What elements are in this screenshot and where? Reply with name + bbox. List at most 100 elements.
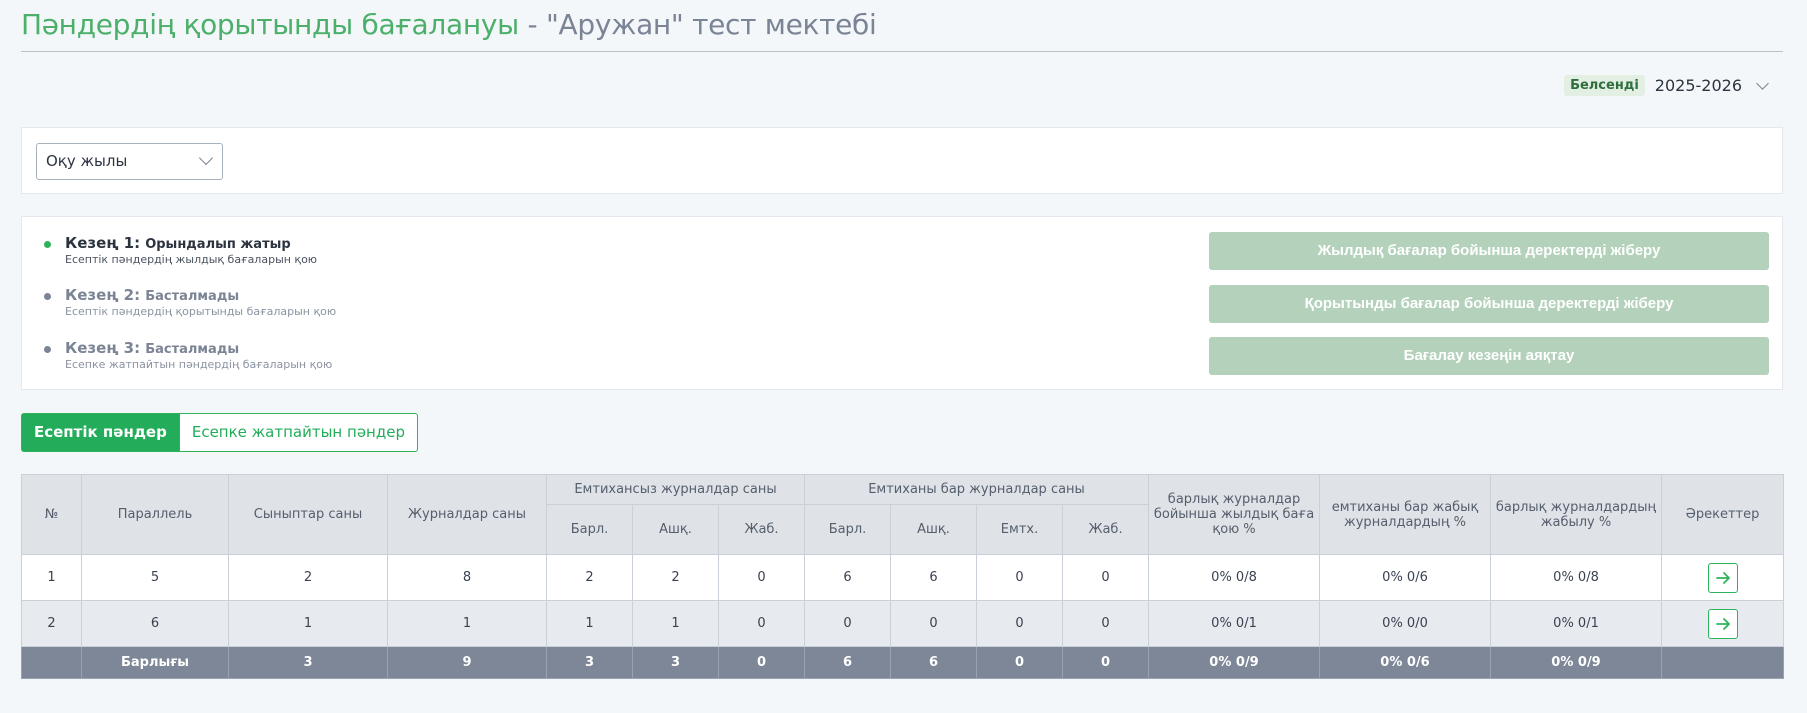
academic-year-dropdown[interactable]: Белсенді 2025-2026 [1564, 75, 1769, 96]
cell-actions [1661, 646, 1785, 679]
cell-all-closed-pct: 0% 0/9 [1490, 646, 1663, 679]
col-header-e-open: Ашқ. [890, 504, 978, 555]
stage-status-dot [44, 346, 51, 353]
tab-counted-subjects[interactable]: Есептік пәндер [21, 413, 180, 452]
arrow-right-icon [1715, 571, 1730, 584]
cell-ne-open: 3 [632, 646, 719, 679]
cell-ne-closed: 0 [717, 554, 806, 601]
cell-ne-open: 1 [632, 600, 719, 647]
col-header-journals: Журналдар саны [387, 474, 547, 555]
cell-parallel: 6 [81, 600, 229, 647]
col-group-no-exam: Емтихансыз журналдар саны [545, 474, 806, 505]
cell-total-label: Барлығы [81, 646, 229, 679]
journals-table: № Параллель Сыныптар саны Журналдар саны… [21, 474, 1785, 679]
stage-status-dot [44, 293, 51, 300]
total-row: Барлығы 3 9 3 3 0 6 6 0 0 0% 0/9 0% 0/6 … [21, 646, 1785, 679]
stages-card: Кезең 1: Орындалып жатыр Есептік пәндерд… [21, 216, 1783, 390]
stage-description: Есепке жатпайтын пәндердің бағаларын қою [65, 358, 333, 371]
subject-type-tabs: Есептік пәндер Есепке жатпайтын пәндер [21, 413, 418, 452]
finish-period-button[interactable]: Бағалау кезеңін аяқтау [1209, 337, 1769, 375]
page-title-school: "Аружан" тест мектебі [545, 8, 877, 41]
cell-ne-closed: 0 [717, 600, 806, 647]
col-header-ne-open: Ашқ. [632, 504, 719, 555]
cell-e-exam: 0 [976, 600, 1064, 647]
col-header-ne-total: Барл. [546, 504, 633, 555]
chevron-down-icon [1756, 76, 1769, 90]
cell-e-exam: 0 [976, 554, 1064, 601]
cell-no: 1 [21, 554, 82, 601]
stage-status: Орындалып жатыр [145, 237, 291, 252]
col-header-e-exam: Емтх. [976, 504, 1064, 555]
stage-name: Кезең 1: [65, 234, 141, 252]
page-title: Пәндердің қорытынды бағалануы - "Аружан"… [21, 8, 877, 41]
cell-all-closed-pct: 0% 0/1 [1490, 600, 1663, 647]
current-year: 2025-2026 [1654, 76, 1742, 95]
cell-annual-pct: 0% 0/1 [1148, 600, 1321, 647]
cell-e-closed: 0 [1062, 646, 1150, 679]
col-header-annual-pct: барлық журналдар бойынша жылдық баға қою… [1148, 474, 1321, 555]
col-header-e-total: Барл. [804, 504, 892, 555]
cell-annual-pct: 0% 0/8 [1148, 554, 1321, 601]
cell-classes: 2 [228, 554, 388, 601]
cell-ne-closed: 0 [717, 646, 806, 679]
cell-no [21, 646, 82, 679]
cell-e-total: 0 [804, 600, 892, 647]
cell-e-closed: 0 [1062, 554, 1150, 601]
cell-ne-total: 1 [546, 600, 633, 647]
cell-journals: 9 [387, 646, 547, 679]
cell-e-total: 6 [804, 646, 892, 679]
cell-ne-total: 3 [546, 646, 633, 679]
cell-journals: 8 [387, 554, 547, 601]
col-header-parallel: Параллель [81, 474, 229, 555]
cell-ne-total: 2 [546, 554, 633, 601]
tab-uncounted-subjects[interactable]: Есепке жатпайтын пәндер [179, 413, 418, 452]
cell-no: 2 [21, 600, 82, 647]
cell-e-open: 0 [890, 600, 978, 647]
arrow-right-icon [1715, 617, 1730, 630]
filter-card: Оқу жылы [21, 127, 1783, 194]
cell-actions [1661, 554, 1785, 601]
col-header-e-closed: Жаб. [1062, 504, 1150, 555]
cell-e-total: 6 [804, 554, 892, 601]
cell-actions [1661, 600, 1785, 647]
cell-annual-pct: 0% 0/9 [1148, 646, 1321, 679]
cell-e-closed: 0 [1062, 600, 1150, 647]
open-row-button[interactable] [1707, 562, 1738, 593]
active-badge: Белсенді [1564, 75, 1645, 96]
stage-name: Кезең 3: [65, 339, 141, 357]
cell-exam-closed-pct: 0% 0/6 [1319, 554, 1492, 601]
page-title-separator: - [518, 8, 546, 41]
stage-status-dot [44, 241, 51, 248]
page-title-main: Пәндердің қорытынды бағалануы [21, 8, 519, 41]
chevron-down-icon [198, 150, 214, 166]
cell-e-open: 6 [890, 554, 978, 601]
academic-year-select-value: Оқу жылы [46, 152, 128, 170]
open-row-button[interactable] [1707, 608, 1738, 639]
col-header-no: № [21, 474, 82, 555]
stage-description: Есептік пәндердің қорытынды бағаларын қо… [65, 305, 337, 318]
col-header-exam-closed-pct: емтиханы бар жабық журналдардың % [1319, 474, 1492, 555]
cell-classes: 1 [228, 600, 388, 647]
send-final-grades-button[interactable]: Қорытынды бағалар бойынша деректерді жіб… [1209, 285, 1769, 323]
stage-status: Басталмады [145, 289, 240, 304]
cell-ne-open: 2 [632, 554, 719, 601]
cell-all-closed-pct: 0% 0/8 [1490, 554, 1663, 601]
table-row: 1 5 2 8 2 2 0 6 6 0 0 0% 0/8 0% 0/6 0% 0… [21, 554, 1785, 601]
stage-status: Басталмады [145, 342, 240, 357]
cell-exam-closed-pct: 0% 0/0 [1319, 600, 1492, 647]
stage-description: Есептік пәндердің жылдық бағаларын қою [65, 253, 318, 266]
cell-journals: 1 [387, 600, 547, 647]
col-header-classes: Сыныптар саны [228, 474, 388, 555]
cell-classes: 3 [228, 646, 388, 679]
cell-exam-closed-pct: 0% 0/6 [1319, 646, 1492, 679]
cell-e-exam: 0 [976, 646, 1064, 679]
academic-year-select[interactable]: Оқу жылы [36, 143, 223, 180]
send-annual-grades-button[interactable]: Жылдық бағалар бойынша деректерді жіберу [1209, 232, 1769, 270]
table-row: 2 6 1 1 1 1 0 0 0 0 0 0% 0/1 0% 0/0 0% 0… [21, 600, 1785, 647]
col-header-ne-closed: Жаб. [717, 504, 806, 555]
stage-name: Кезең 2: [65, 286, 141, 304]
col-header-actions: Әрекеттер [1661, 474, 1785, 555]
col-group-exam: Емтиханы бар журналдар саны [804, 474, 1150, 505]
cell-parallel: 5 [81, 554, 229, 601]
cell-e-open: 6 [890, 646, 978, 679]
